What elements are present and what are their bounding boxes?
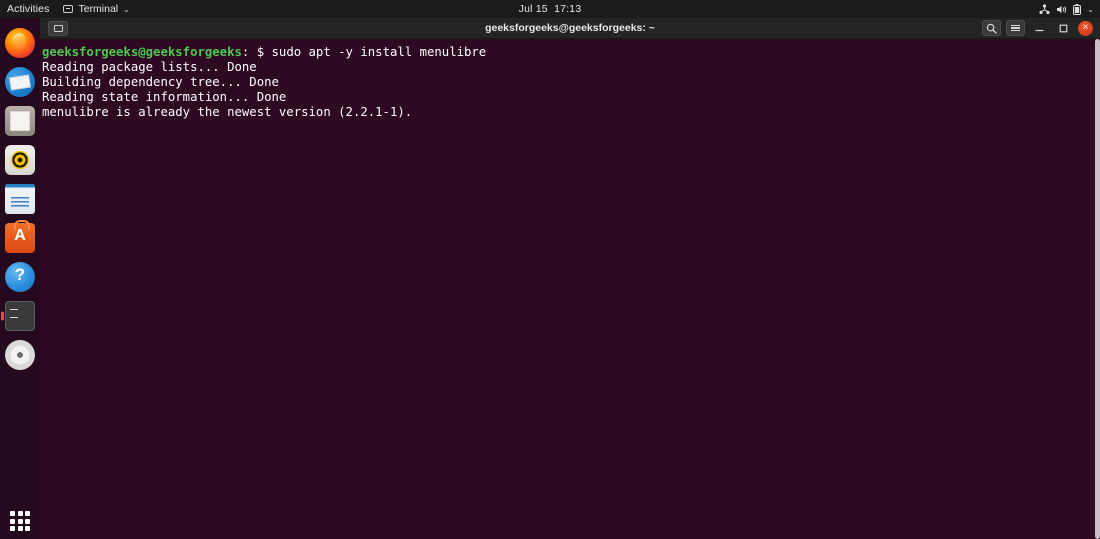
hamburger-menu-icon (1011, 23, 1020, 32)
terminal-icon (5, 300, 35, 331)
minimize-button[interactable] (1030, 20, 1049, 36)
grid-dot (25, 518, 30, 524)
dock-item-files[interactable] (0, 101, 40, 140)
terminal-command: sudo apt -y install menulibre (271, 45, 487, 59)
grid-dot (25, 511, 30, 516)
new-tab-button[interactable] (48, 20, 68, 36)
terminal-output-line: Reading package lists... Done (42, 59, 257, 74)
prompt-separator: : $ (241, 45, 272, 59)
top-bar: Activities Terminal ⌄ Jul 15 17:13 ⌄ (0, 0, 1100, 18)
grid-dot (10, 526, 15, 531)
clock[interactable]: Jul 15 17:13 (519, 3, 582, 15)
dock-item-thunderbird[interactable] (0, 62, 40, 101)
network-icon (1039, 3, 1050, 15)
scrollbar[interactable] (1095, 39, 1100, 539)
software-bag-icon (5, 219, 35, 253)
terminal-window: geeksforgeeks@geeksforgeeks: ~ × geeksfo… (40, 18, 1100, 539)
dock-item-terminal[interactable] (0, 296, 40, 335)
document-icon (5, 183, 35, 214)
dock-item-help[interactable] (0, 257, 40, 296)
terminal-output-line: menulibre is already the newest version … (42, 104, 413, 119)
maximize-icon (1059, 24, 1068, 32)
grid-dot (10, 511, 15, 516)
terminal-icon (63, 5, 74, 13)
chevron-down-icon: ⌄ (1087, 4, 1094, 14)
dock-item-rhythmbox[interactable] (0, 140, 40, 179)
grid-dot (17, 518, 23, 524)
dock-item-disc[interactable] (0, 335, 40, 374)
prompt-user: geeksforgeeks@geeksforgeeks (42, 45, 242, 59)
minimize-icon (1035, 29, 1044, 31)
terminal-output-line: Reading state information... Done (42, 89, 287, 104)
mail-icon (5, 66, 35, 97)
menu-button[interactable] (1006, 20, 1025, 36)
terminal-body[interactable]: geeksforgeeks@geeksforgeeks: $ sudo apt … (40, 39, 1100, 539)
terminal-output-line: Building dependency tree... Done (42, 74, 279, 89)
system-tray[interactable]: ⌄ (1039, 3, 1094, 15)
music-icon (5, 144, 35, 175)
grid-dot (17, 511, 23, 516)
help-icon (5, 261, 35, 292)
running-indicator (1, 311, 4, 320)
files-icon (5, 105, 35, 136)
show-applications-button[interactable] (5, 506, 35, 536)
window-title: geeksforgeeks@geeksforgeeks: ~ (485, 22, 655, 34)
scrollbar-thumb[interactable] (1095, 39, 1100, 539)
app-menu-label: Terminal (78, 3, 119, 15)
terminal-prompt-line: geeksforgeeks@geeksforgeeks: $ sudo apt … (42, 45, 1100, 60)
search-icon (986, 23, 997, 34)
close-button[interactable]: × (1078, 20, 1093, 36)
activities-button[interactable]: Activities (0, 3, 57, 15)
chevron-down-icon: ⌄ (123, 4, 130, 14)
grid-dot (10, 518, 15, 524)
dock-item-firefox[interactable] (0, 23, 40, 62)
disc-icon (5, 339, 35, 370)
close-icon: × (1082, 22, 1089, 33)
dock-item-libreoffice-writer[interactable] (0, 179, 40, 218)
title-bar: geeksforgeeks@geeksforgeeks: ~ × (40, 18, 1100, 39)
search-button[interactable] (982, 20, 1001, 36)
maximize-button[interactable] (1054, 20, 1073, 36)
grid-dot (17, 526, 23, 531)
firefox-icon (5, 27, 35, 58)
app-menu-terminal[interactable]: Terminal ⌄ (57, 3, 135, 15)
battery-icon (1073, 3, 1082, 15)
dock-item-ubuntu-software[interactable] (0, 218, 40, 257)
terminal-icon (53, 24, 63, 32)
volume-icon (1056, 4, 1067, 15)
window-controls: × (982, 20, 1100, 36)
dock (0, 18, 40, 539)
grid-dot (25, 526, 30, 531)
